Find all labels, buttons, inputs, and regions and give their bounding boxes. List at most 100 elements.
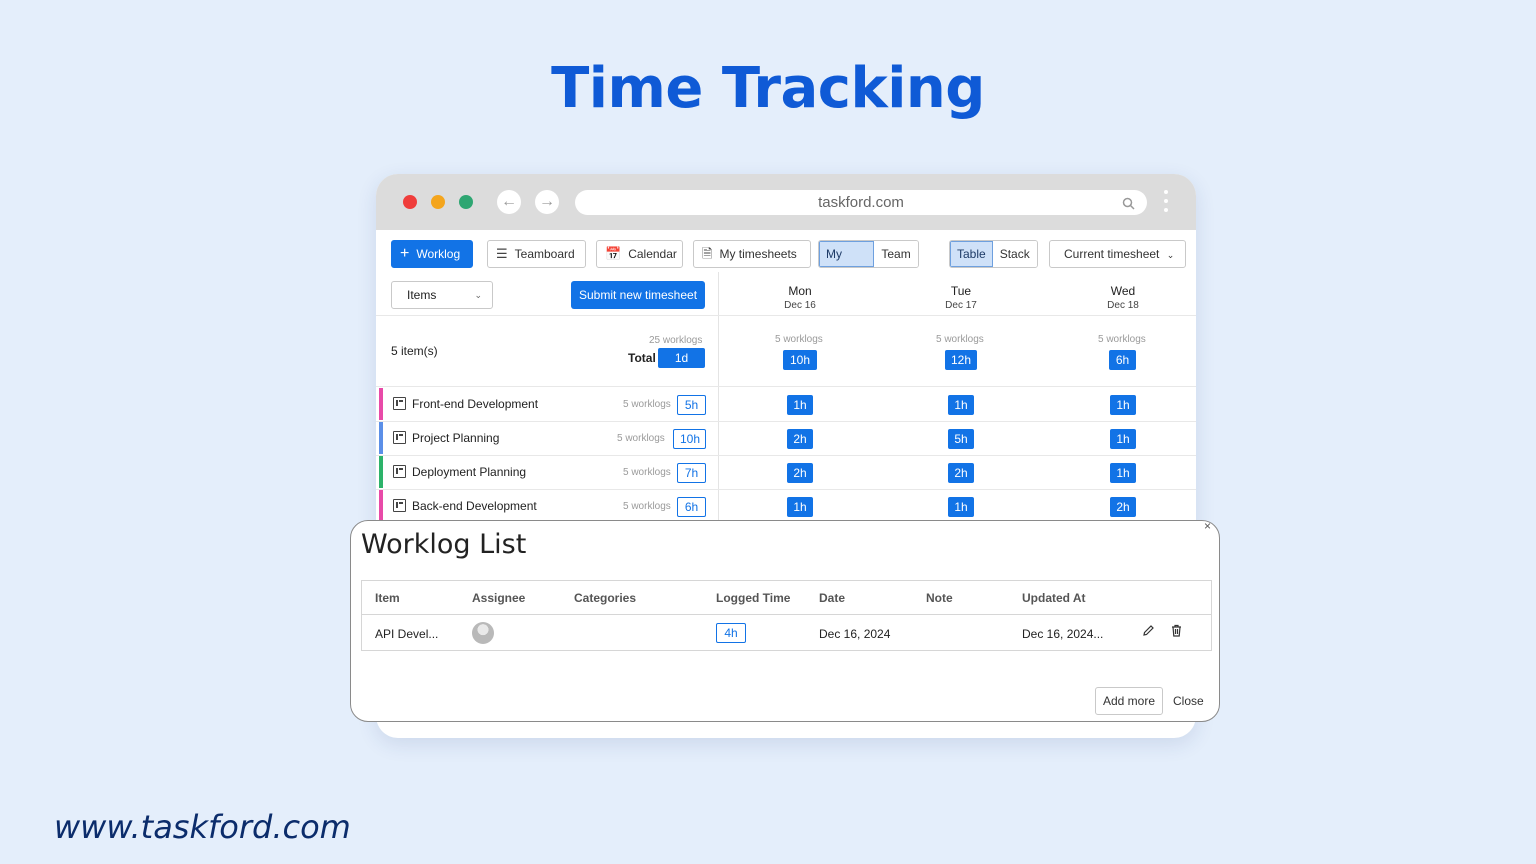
column-header: Note: [926, 591, 953, 605]
day-header-tue: Tue Dec 17: [911, 284, 1011, 311]
teamboard-label: Teamboard: [514, 247, 575, 261]
add-more-button[interactable]: Add more: [1095, 687, 1163, 715]
table-header: Item Assignee Categories Logged Time Dat…: [362, 581, 1211, 615]
row-worklogs: 5 worklogs: [623, 467, 671, 478]
footer-url: www.taskford.com: [54, 808, 351, 846]
layout-toggle: Table Stack: [949, 240, 1038, 268]
page-title: Time Tracking: [551, 56, 985, 121]
avatar: [472, 622, 494, 644]
day-header-mon: Mon Dec 16: [750, 284, 850, 311]
day-total-badge: 12h: [945, 350, 977, 370]
browser-menu-icon[interactable]: [1164, 190, 1168, 216]
calendar-button[interactable]: 📅 Calendar: [596, 240, 683, 268]
timesheet-select[interactable]: Current timesheet ⌄: [1049, 240, 1186, 268]
hour-badge[interactable]: 2h: [1110, 497, 1136, 517]
hour-badge[interactable]: 2h: [787, 429, 813, 449]
chevron-down-icon: ⌄: [474, 290, 482, 300]
calendar-label: Calendar: [628, 247, 677, 261]
row-total-badge[interactable]: 10h: [673, 429, 706, 449]
modal-title: Worklog List: [361, 529, 527, 560]
hour-badge[interactable]: 1h: [787, 395, 813, 415]
timesheet-select-value: Current timesheet: [1064, 247, 1160, 261]
row-worklogs: 5 worklogs: [623, 399, 671, 410]
day-worklogs: 5 worklogs: [1098, 334, 1146, 345]
tab-table[interactable]: Table: [950, 241, 993, 267]
day-total-badge: 6h: [1109, 350, 1136, 370]
item-cell: API Devel...: [375, 627, 439, 641]
tab-stack[interactable]: Stack: [992, 241, 1037, 267]
address-bar[interactable]: taskford.com: [575, 190, 1147, 215]
hour-badge[interactable]: 1h: [1110, 463, 1136, 483]
column-header: Updated At: [1022, 591, 1086, 605]
close-button[interactable]: Close: [1173, 694, 1204, 708]
day-name: Mon: [788, 284, 812, 298]
column-header: Categories: [574, 591, 637, 605]
total-badge: 1d 14h: [658, 348, 705, 385]
close-window-dot[interactable]: [403, 195, 417, 209]
row-label: Back-end Development: [412, 499, 537, 513]
day-total-badge: 10h: [783, 350, 817, 370]
table-row[interactable]: Project Planning 5 worklogs 10h 2h 5h 1h: [376, 421, 1196, 455]
column-header: Assignee: [472, 591, 526, 605]
row-color-stripe: [379, 490, 383, 522]
pencil-icon[interactable]: [1142, 624, 1155, 640]
add-worklog-button[interactable]: + Worklog: [391, 240, 473, 268]
minimize-window-dot[interactable]: [431, 195, 445, 209]
back-arrow-icon[interactable]: ←: [497, 190, 521, 214]
hour-badge[interactable]: 2h: [787, 463, 813, 483]
column-header: Date: [819, 591, 846, 605]
hour-badge[interactable]: 1h: [1110, 429, 1136, 449]
table-row[interactable]: Back-end Development 5 worklogs 6h 1h 1h…: [376, 489, 1196, 523]
forward-arrow-icon[interactable]: →: [535, 190, 559, 214]
teamboard-icon: ☰: [496, 246, 508, 261]
items-select[interactable]: Items ⌄: [391, 281, 493, 309]
logged-time-badge[interactable]: 4h: [716, 623, 746, 643]
row-worklogs: 5 worklogs: [623, 501, 671, 512]
day-name: Tue: [950, 284, 972, 298]
hour-badge[interactable]: 1h: [948, 497, 974, 517]
item-icon: [393, 499, 406, 512]
teamboard-button[interactable]: ☰ Teamboard: [487, 240, 586, 268]
tab-my-worklog[interactable]: My worklog: [819, 241, 875, 267]
row-total-badge[interactable]: 6h: [677, 497, 706, 517]
chevron-down-icon: ⌄: [1166, 250, 1175, 260]
view-toggle: My worklog Team: [818, 240, 919, 268]
item-icon: [393, 431, 406, 444]
address-bar-url: taskford.com: [818, 194, 904, 211]
table-row[interactable]: Deployment Planning 5 worklogs 7h 2h 2h …: [376, 455, 1196, 489]
search-icon[interactable]: [1122, 190, 1135, 215]
my-timesheets-button[interactable]: 🗎 My timesheets: [693, 240, 811, 268]
hour-badge[interactable]: 1h: [948, 395, 974, 415]
hour-badge[interactable]: 5h: [948, 429, 974, 449]
row-worklogs: 5 worklogs: [617, 433, 665, 444]
trash-icon[interactable]: [1170, 624, 1183, 640]
maximize-window-dot[interactable]: [459, 195, 473, 209]
row-color-stripe: [379, 456, 383, 488]
day-date: Dec 17: [945, 300, 977, 311]
table-row[interactable]: Front-end Development 5 worklogs 5h 1h 1…: [376, 387, 1196, 421]
browser-chrome: ← → taskford.com: [376, 174, 1196, 230]
table-row[interactable]: API Devel... 4h Dec 16, 2024 Dec 16, 202…: [362, 616, 1211, 651]
total-worklogs: 25 worklogs: [649, 335, 703, 346]
tab-team[interactable]: Team: [874, 241, 918, 267]
submit-timesheet-button[interactable]: Submit new timesheet: [571, 281, 705, 309]
item-count: 5 item(s): [391, 344, 438, 358]
row-label: Front-end Development: [412, 397, 539, 411]
my-timesheets-label: My timesheets: [719, 247, 797, 261]
hour-badge[interactable]: 2h: [948, 463, 974, 483]
day-date: Dec 16: [784, 300, 816, 311]
item-icon: [393, 465, 406, 478]
row-total-badge[interactable]: 5h: [677, 395, 706, 415]
items-select-value: Items: [407, 288, 437, 302]
item-icon: [393, 397, 406, 410]
day-header-wed: Wed Dec 18: [1073, 284, 1173, 311]
plus-icon: +: [400, 245, 410, 262]
close-icon[interactable]: ×: [1204, 519, 1211, 533]
updated-at-cell: Dec 16, 2024...: [1022, 627, 1104, 641]
date-cell: Dec 16, 2024: [819, 627, 891, 641]
hour-badge[interactable]: 1h: [787, 497, 813, 517]
row-total-badge[interactable]: 7h: [677, 463, 706, 483]
day-worklogs: 5 worklogs: [936, 334, 984, 345]
hour-badge[interactable]: 1h: [1110, 395, 1136, 415]
day-worklogs: 5 worklogs: [775, 334, 823, 345]
